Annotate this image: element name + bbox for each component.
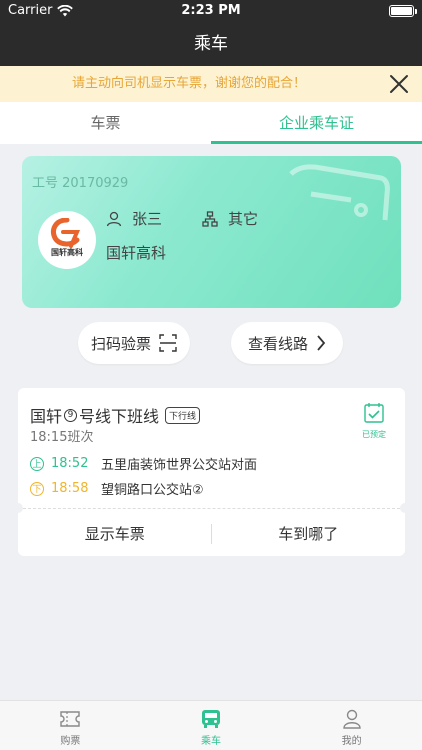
scan-verify-label: 扫码验票 bbox=[90, 334, 151, 353]
direction-tag: 下行线 bbox=[165, 406, 201, 424]
company-logo-icon bbox=[51, 218, 81, 248]
view-route-label: 查看线路 bbox=[247, 334, 308, 353]
bus-icon bbox=[202, 710, 220, 728]
chevron-right-icon bbox=[317, 335, 326, 351]
route-title-suffix: 号线下班线 bbox=[79, 407, 160, 426]
route-title: 国轩 9 号线下班线 下行线 bbox=[30, 403, 201, 427]
company-name: 国轩高科 bbox=[106, 244, 167, 262]
holder-department: 其它 bbox=[228, 210, 259, 228]
tab-mine-label: 我的 bbox=[341, 736, 362, 747]
tab-mine[interactable]: 我的 bbox=[281, 701, 422, 750]
calendar-check-icon bbox=[364, 403, 384, 423]
bus-watermark-icon bbox=[289, 164, 390, 221]
org-chart-icon bbox=[202, 210, 218, 227]
tab-tickets[interactable]: 车票 bbox=[0, 102, 211, 144]
boarding-stop: 上 18:52 五里庙装饰世界公交站对面 bbox=[30, 454, 257, 473]
corporate-pass-card: 工号 20170929 国轩高科 张三 其它 国轩高科 bbox=[22, 156, 401, 308]
tab-buy-ticket-label: 购票 bbox=[60, 736, 81, 747]
ticket-icon bbox=[60, 711, 81, 727]
nav-bar: 乘车 bbox=[0, 22, 422, 66]
tab-bar-top: 车票 企业乘车证 bbox=[0, 102, 422, 144]
bottom-tab-bar: 购票 乘车 我的 bbox=[0, 700, 422, 750]
employee-number: 工号 20170929 bbox=[32, 176, 129, 191]
where-is-bus-button[interactable]: 车到哪了 bbox=[212, 512, 406, 556]
alight-badge: 下 bbox=[30, 481, 44, 496]
person-icon bbox=[106, 211, 122, 226]
holder-name: 张三 bbox=[132, 210, 163, 228]
view-route-button[interactable]: 查看线路 bbox=[231, 322, 343, 364]
alight-station: 望铜路口公交站② bbox=[101, 483, 204, 498]
booked-label: 已预定 bbox=[362, 430, 386, 439]
route-title-prefix: 国轩 bbox=[30, 407, 63, 426]
scan-verify-button[interactable]: 扫码验票 bbox=[78, 322, 190, 364]
board-station: 五里庙装饰世界公交站对面 bbox=[101, 458, 258, 473]
page-title: 乘车 bbox=[194, 34, 228, 54]
divider bbox=[18, 508, 405, 509]
notice-banner: 请主动向司机显示车票，谢谢您的配合！ bbox=[0, 66, 422, 102]
alight-time: 18:58 bbox=[51, 481, 89, 496]
board-badge: 上 bbox=[30, 456, 44, 471]
tab-ride[interactable]: 乘车 bbox=[141, 701, 282, 750]
tab-corporate-pass[interactable]: 企业乘车证 bbox=[211, 102, 422, 144]
battery-icon bbox=[389, 5, 417, 17]
route-number: 9 bbox=[64, 408, 78, 422]
tab-buy-ticket[interactable]: 购票 bbox=[0, 701, 141, 750]
tab-ride-label: 乘车 bbox=[201, 736, 221, 747]
scan-icon bbox=[159, 334, 177, 352]
notice-text: 请主动向司机显示车票，谢谢您的配合！ bbox=[71, 76, 306, 91]
status-bar: Carrier 2:23 PM bbox=[0, 0, 422, 22]
show-ticket-button[interactable]: 显示车票 bbox=[18, 512, 212, 556]
alighting-stop: 下 18:58 望铜路口公交站② bbox=[30, 479, 204, 498]
booked-status: 已预定 bbox=[357, 402, 391, 440]
close-icon[interactable] bbox=[388, 73, 410, 95]
holder-info: 张三 其它 bbox=[106, 208, 258, 229]
schedule-time: 18:15班次 bbox=[30, 430, 94, 445]
company-logo: 国轩高科 bbox=[38, 211, 96, 269]
person-icon bbox=[342, 709, 361, 729]
trip-card: 国轩 9 号线下班线 下行线 已预定 18:15班次 上 18:52 五里庙装饰… bbox=[13, 388, 410, 556]
board-time: 18:52 bbox=[51, 456, 89, 471]
clock: 2:23 PM bbox=[181, 3, 241, 18]
logo-text: 国轩高科 bbox=[51, 248, 83, 257]
